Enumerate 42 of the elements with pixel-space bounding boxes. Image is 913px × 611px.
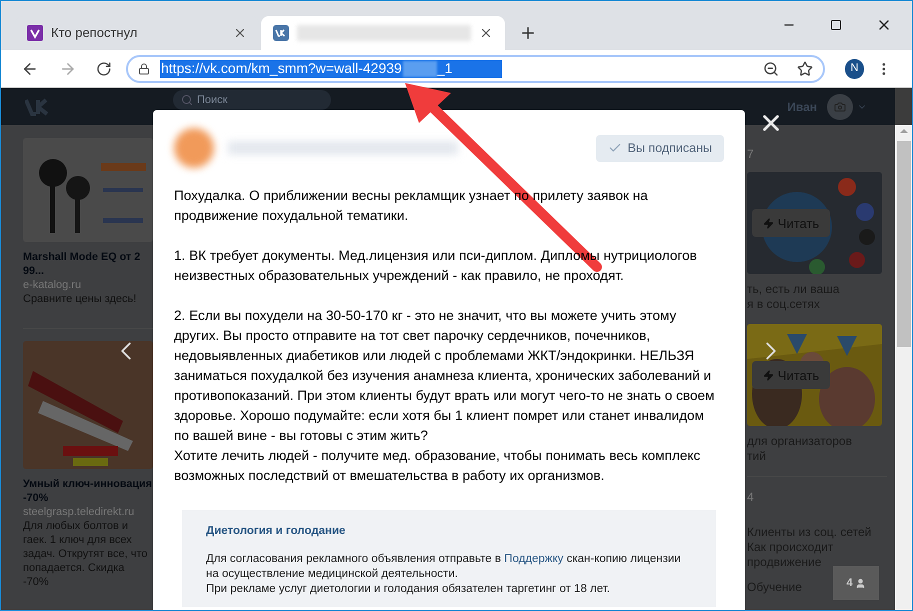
vk-logo-icon <box>273 25 289 41</box>
ad-domain[interactable]: steelgrasp.teledirekt.ru <box>23 505 153 519</box>
support-link[interactable]: Поддержку <box>504 553 564 565</box>
post-paragraph: Похудалка. О приближении весны рекламщик узнает по прилету заявок на продвижение похудальной тематики. <box>174 187 649 225</box>
url-text: https://vk.com/km_smm?w=wall-42939 <box>160 59 403 78</box>
subscribed-button[interactable]: Вы подписаны <box>596 134 724 162</box>
lightning-icon <box>762 370 774 380</box>
post-paragraph: 2. Если вы похудели на 30-50-170 кг - это не значит, что вы можете учить этому других. Вы просто отправите на тот свет парочку сердечников, почечников, недовыявленных диабетиков или людей с проблемами ЖКТ/эндокринки. НЕЛЬЗЯ заниматься похудалкой без изучения анамнеза клиента, хронических заболеваний и противопоказаний. При этом клиенты будут врать или могут чего-то не знать о своем здоровье. Хорошо подумайте: если хотя бы 1 клиент помрет или станет инвалидом по вашей вине - вы готовы с этим жить? <box>174 307 716 445</box>
search-field[interactable]: Поиск <box>173 90 331 110</box>
profile-avatar[interactable]: N <box>844 58 864 78</box>
url-text: _1 <box>436 59 452 78</box>
redacted-bar <box>402 60 437 76</box>
notice-text: Для согласования рекламного объявления отправьте в Поддержку скан-копию лицензии на осуществление медицинской деятельности. <box>206 552 682 582</box>
zoom-out-icon[interactable] <box>762 60 779 76</box>
person-icon <box>854 578 866 588</box>
address-field[interactable]: https://vk.com/km_smm?w=wall-42939 _1 <box>126 54 825 82</box>
ad-domain[interactable]: e-katalog.ru <box>23 278 153 292</box>
maximize-icon[interactable] <box>830 19 842 31</box>
post-paragraph: Хотите лечить людей - получите мед. образование, чтобы понимать весь комплекс возможных последствий от вмешательства в работу их организмов. <box>174 447 702 485</box>
notice-title: Диетология и голодание <box>206 524 346 539</box>
lightning-icon <box>762 218 774 228</box>
redacted-avatar <box>174 128 214 168</box>
close-tab-icon[interactable] <box>233 26 247 40</box>
ad-title[interactable]: Умный ключ-инновация -70% <box>23 477 153 505</box>
scrollbar[interactable] <box>895 125 912 610</box>
tab-title: Кто репостнул <box>51 24 138 42</box>
lock-icon <box>138 62 150 74</box>
new-tab-icon[interactable] <box>519 24 537 42</box>
close-tab-icon[interactable] <box>479 26 493 40</box>
link-count: 4 <box>747 490 754 505</box>
camera-icon <box>834 100 846 112</box>
search-placeholder: Поиск <box>197 94 228 106</box>
reload-icon[interactable] <box>96 60 112 76</box>
bookmark-star-icon[interactable] <box>796 60 813 76</box>
post-count: 7 <box>747 147 754 162</box>
online-friends-button[interactable]: 4 <box>833 566 879 600</box>
search-icon <box>181 94 193 106</box>
browser-tab[interactable] <box>261 16 505 50</box>
ad-title[interactable]: Marshall Mode EQ от 2 99... <box>23 250 153 278</box>
notice-text: При рекламе услуг диетологии и голодания обязателен таргетинг от 18 лет. <box>206 582 611 597</box>
scrollbar-top <box>895 88 912 125</box>
check-logo-icon <box>27 25 43 41</box>
